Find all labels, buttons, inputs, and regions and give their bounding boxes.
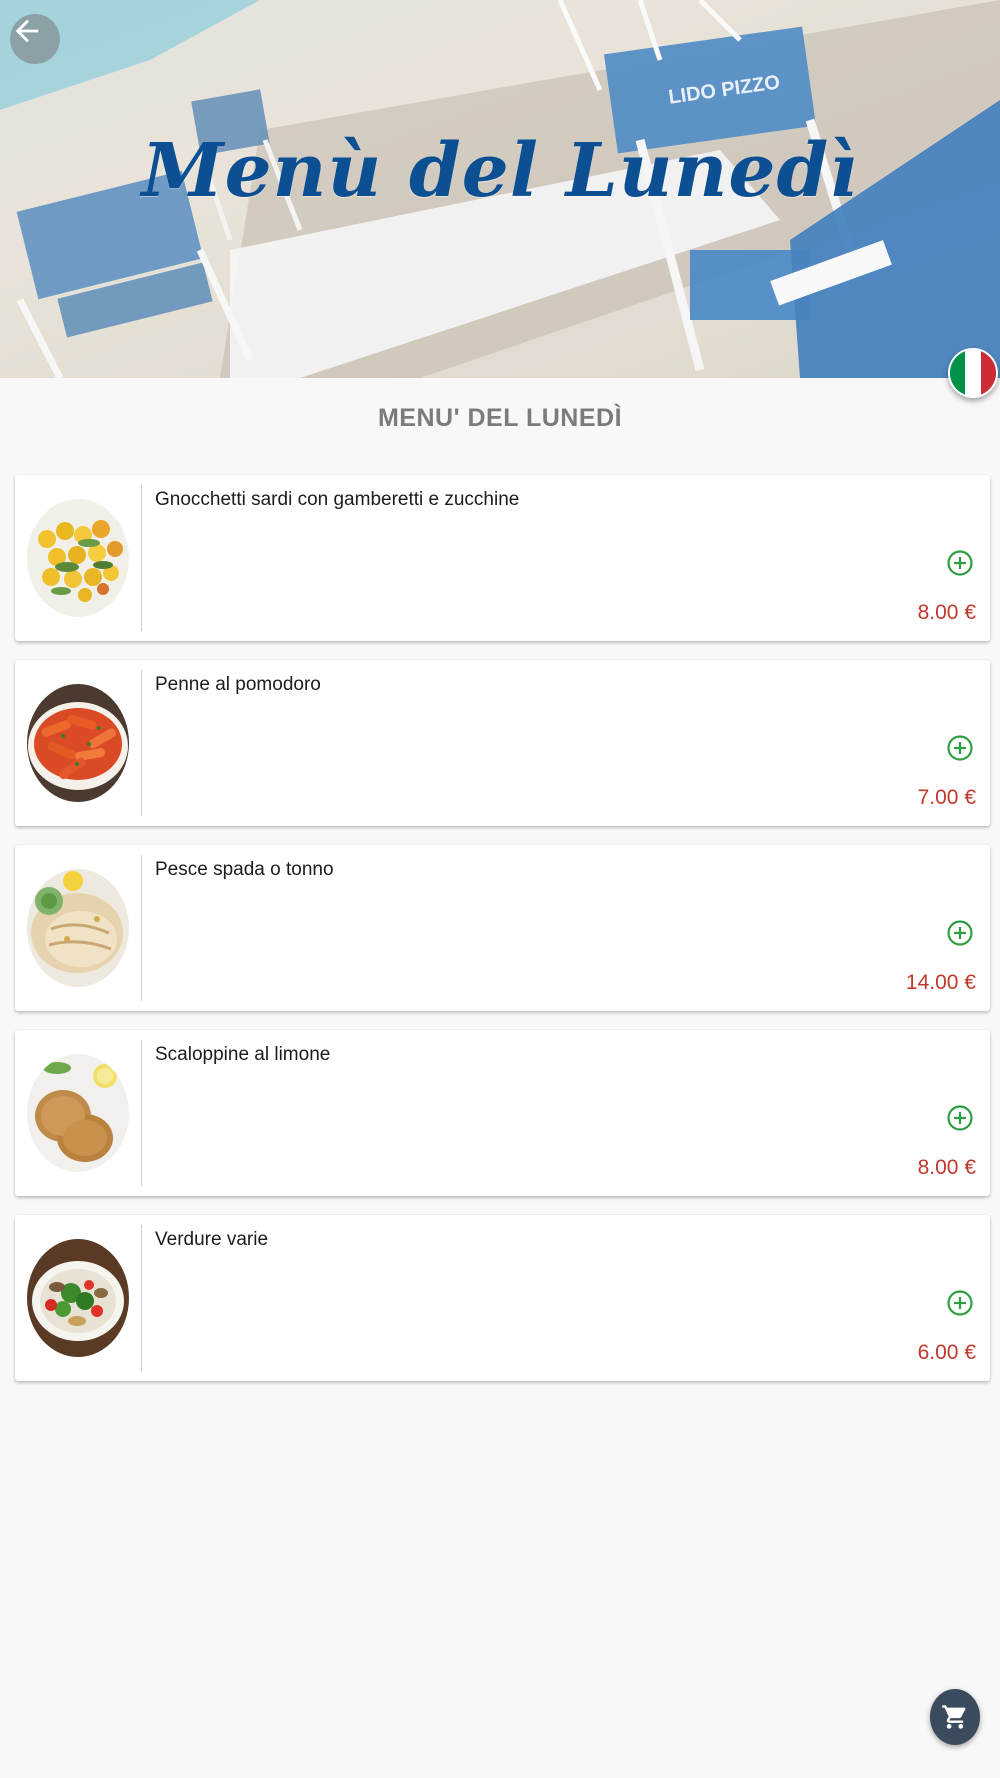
card-divider [141, 855, 142, 1001]
card-divider [141, 670, 142, 816]
hero-title: Menù del Lunedì [141, 128, 859, 214]
card-divider [141, 1040, 142, 1186]
cart-icon [942, 1705, 966, 1729]
item-name: Verdure varie [155, 1229, 269, 1250]
add-circle-icon[interactable] [946, 1289, 974, 1317]
add-circle-icon[interactable] [946, 549, 974, 577]
section-title: MENU' DEL LUNEDÌ [377, 404, 623, 432]
dish-image-vegetables [27, 1239, 129, 1357]
item-price: 14.00 € [905, 971, 976, 994]
menu-item[interactable]: Pesce spada o tonno 14.00 € [15, 845, 990, 1011]
item-price: 7.00 € [917, 786, 976, 809]
add-circle-icon[interactable] [946, 734, 974, 762]
dish-image-gnocchetti [27, 499, 129, 617]
add-circle-icon[interactable] [946, 919, 974, 947]
arrow-left-icon [15, 19, 39, 43]
item-name: Penne al pomodoro [155, 674, 321, 695]
menu-page: LIDO PIZZO Menù del Lunedì MENU' DEL LUN… [0, 0, 1000, 1778]
card-divider [141, 1225, 142, 1371]
card-divider [141, 485, 142, 631]
dish-image-penne [27, 684, 129, 802]
menu-item[interactable]: Scaloppine al limone 8.00 € [15, 1030, 990, 1196]
cart-button[interactable] [930, 1689, 980, 1745]
item-price: 8.00 € [917, 1156, 976, 1179]
item-name: Gnocchetti sardi con gamberetti e zucchi… [155, 489, 520, 510]
item-price: 6.00 € [917, 1341, 976, 1364]
add-circle-icon[interactable] [946, 1104, 974, 1132]
hero-banner: LIDO PIZZO Menù del Lunedì [0, 0, 1000, 378]
item-name: Scaloppine al limone [155, 1044, 331, 1065]
menu-list: Gnocchetti sardi con gamberetti e zucchi… [15, 475, 990, 1400]
back-button[interactable] [10, 14, 60, 64]
language-flag-button[interactable] [948, 348, 998, 398]
item-name: Pesce spada o tonno [155, 859, 334, 880]
menu-item[interactable]: Verdure varie 6.00 € [15, 1215, 990, 1381]
dish-image-scaloppine [27, 1054, 129, 1172]
menu-item[interactable]: Gnocchetti sardi con gamberetti e zucchi… [15, 475, 990, 641]
italy-flag-icon [950, 350, 966, 396]
item-price: 8.00 € [917, 601, 976, 624]
menu-item[interactable]: Penne al pomodoro 7.00 € [15, 660, 990, 826]
dish-image-fish [27, 869, 129, 987]
